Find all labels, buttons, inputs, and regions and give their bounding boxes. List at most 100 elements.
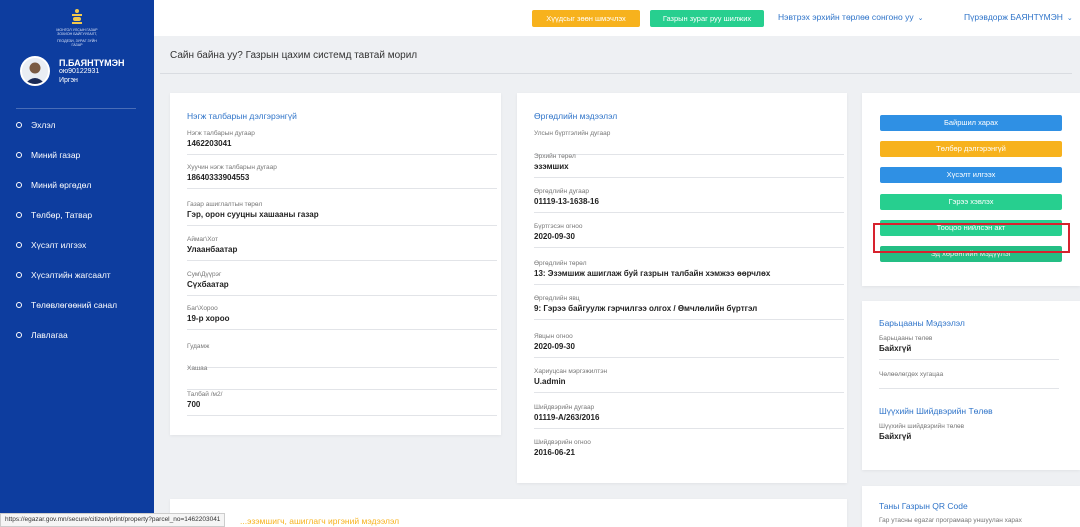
send-request-button[interactable]: Хүсэлт илгээх bbox=[880, 167, 1062, 183]
sidebar: МОНГОЛ УЛСЫН ГАЗАР ЗОХИОН БАЙГУУЛАЛТ, ГЕ… bbox=[0, 0, 154, 527]
field-application-progress: Өргөдлийн явц 9: Гэрээ байгуулж гэрчилгэ… bbox=[534, 295, 844, 320]
field-value: 9: Гэрээ байгуулж гэрчилгээ олгох / Өмчл… bbox=[534, 304, 758, 313]
request-button[interactable]: Хүүдсыг зөөн шмэчлэх bbox=[532, 10, 640, 27]
field-label: Улсын бүртгэлийн дугаар bbox=[534, 130, 611, 137]
application-card-title: Өргөдлийн мэдээлэл bbox=[534, 111, 618, 121]
field-divider bbox=[879, 388, 1059, 389]
qr-code-card: Таны Газрын QR Code Гар утасны egazar пр… bbox=[862, 486, 1080, 527]
field-label: Баг\Хороо bbox=[187, 305, 218, 312]
field-divider bbox=[534, 284, 844, 285]
link-preview-statusbar: https://egazar.gov.mn/secure/citizen/pri… bbox=[0, 513, 226, 527]
field-value: 2016-06-21 bbox=[534, 448, 575, 457]
sidebar-item-label: Хүсэлт илгээх bbox=[31, 240, 87, 250]
sidebar-item-request-list[interactable]: Хүсэлтийн жагсаалт bbox=[0, 262, 154, 292]
field-divider bbox=[534, 357, 844, 358]
logo-text-line-1: МОНГОЛ УЛСЫН ГАЗАР ЗОХИОН БАЙГУУЛАЛТ, bbox=[56, 28, 98, 37]
sidebar-item-label: Лавлагаа bbox=[31, 330, 68, 340]
court-title: Шүүхийн Шийдвэрийн Төлөв bbox=[879, 406, 993, 416]
field-label: Чөлөөлөгдөх хугацаа bbox=[879, 371, 944, 378]
field-value: Байхгүй bbox=[879, 344, 912, 353]
field-value: Байхгүй bbox=[879, 432, 912, 441]
qr-hint: Гар утасны egazar програмаар уншуулан ха… bbox=[879, 517, 1022, 524]
application-details-card: Өргөдлийн мэдээлэл Улсын бүртгэлийн дуга… bbox=[517, 93, 847, 483]
sidebar-item-payments[interactable]: Төлбөр, Татвар bbox=[0, 202, 154, 232]
map-button[interactable]: Газрын зураг руу шилжих bbox=[650, 10, 764, 27]
field-value: Улаанбаатар bbox=[187, 245, 238, 254]
field-value: 2020-09-30 bbox=[534, 342, 575, 351]
sidebar-menu: Эхлэл Миний газар Миний өргөдөл Төлбөр, … bbox=[0, 112, 154, 352]
field-divider bbox=[187, 188, 497, 189]
field-application-type: Өргөдлийн төрөл 13: Эзэмшиж ашиглаж буй … bbox=[534, 260, 844, 285]
field-application-number: Өргөдлийн дугаар 01119-13-1638-16 bbox=[534, 188, 844, 213]
sidebar-item-reference[interactable]: Лавлагаа bbox=[0, 322, 154, 352]
field-khoroo: Баг\Хороо 19-р хороо bbox=[187, 305, 497, 330]
owner-info-card: ...эзэмшигч, ашиглагч иргэний мэдээлэл bbox=[170, 499, 847, 527]
user-name: П.БАЯНТҮМЭН bbox=[59, 58, 125, 68]
field-release-term: Чөлөөлөгдөх хугацаа bbox=[879, 371, 1059, 389]
field-value: Сүхбаатар bbox=[187, 280, 229, 289]
field-divider bbox=[187, 260, 497, 261]
field-divider bbox=[187, 225, 497, 226]
field-divider bbox=[534, 177, 844, 178]
user-profile: П.БАЯНТҮМЭН ою90122931 Иргэн bbox=[20, 56, 150, 88]
sidebar-item-send-request[interactable]: Хүсэлт илгээх bbox=[0, 232, 154, 262]
sidebar-item-plan-proposal[interactable]: Төлөвлөгөөний санал bbox=[0, 292, 154, 322]
field-value bbox=[187, 374, 497, 385]
field-district: Сум\Дүүрэг Сүхбаатар bbox=[187, 271, 497, 296]
qr-title: Таны Газрын QR Code bbox=[879, 501, 968, 511]
field-court-status: Шүүхийн шийдвэрийн төлөв Байхгүй bbox=[879, 423, 1059, 443]
field-label: Аймаг\Хот bbox=[187, 236, 218, 243]
parcel-card-title: Нэгж талбарын дэлгэрэнгүй bbox=[187, 111, 297, 121]
field-label: Өргөдлийн дугаар bbox=[534, 188, 590, 195]
sidebar-divider bbox=[16, 108, 136, 109]
field-divider bbox=[879, 359, 1059, 360]
user-menu[interactable]: Пүрэвдорж БАЯНТҮМЭН ⌄ bbox=[964, 12, 1073, 22]
sidebar-item-label: Төлбөр, Татвар bbox=[31, 210, 93, 220]
field-value: 19-р хороо bbox=[187, 314, 230, 323]
field-decision-number: Шийдвэрийн дугаар 01119-А/263/2016 bbox=[534, 404, 844, 429]
field-divider bbox=[534, 212, 844, 213]
print-contract-button[interactable]: Гэрээ хэвлэх bbox=[880, 194, 1062, 210]
field-divider bbox=[534, 319, 844, 320]
field-label: Хариуцсан мэргэжилтэн bbox=[534, 368, 608, 375]
agency-logo[interactable]: МОНГОЛ УЛСЫН ГАЗАР ЗОХИОН БАЙГУУЛАЛТ, ГЕ… bbox=[52, 8, 102, 48]
user-id: ою90122931 bbox=[59, 68, 100, 75]
soyombo-icon bbox=[72, 9, 82, 24]
field-value: 01119-13-1638-16 bbox=[534, 197, 599, 206]
payment-details-button[interactable]: Төлбөр дэлгэрэнгүй bbox=[880, 141, 1062, 157]
sidebar-item-home[interactable]: Эхлэл bbox=[0, 112, 154, 142]
field-fence: Хашаа bbox=[187, 365, 497, 390]
field-old-parcel-number: Хуучин нэгж талбарын дугаар 186403339045… bbox=[187, 164, 497, 189]
sidebar-item-label: Миний өргөдөл bbox=[31, 180, 92, 190]
field-divider bbox=[187, 154, 497, 155]
circle-icon bbox=[16, 182, 22, 188]
logo-text-line-2: ГЕОДЕЗИ, ЗУРАГ ЗҮЙН ГАЗАР bbox=[57, 38, 97, 48]
sidebar-item-my-land[interactable]: Миний газар bbox=[0, 142, 154, 172]
circle-icon bbox=[16, 152, 22, 158]
field-responsible-officer: Хариуцсан мэргэжилтэн U.admin bbox=[534, 368, 844, 393]
field-divider bbox=[187, 389, 497, 390]
field-value: Гэр, орон сууцны хашааны газар bbox=[187, 210, 319, 219]
chevron-down-icon: ⌄ bbox=[1066, 15, 1073, 22]
field-area: Талбай /м2/ 700 bbox=[187, 391, 497, 416]
field-value: 18640333904553 bbox=[187, 173, 250, 182]
field-label: Талбай /м2/ bbox=[187, 391, 223, 398]
field-registered-date: Бүртгэсэн огноо 2020-09-30 bbox=[534, 223, 844, 248]
field-parcel-number: Нэгж талбарын дугаар 1462203041 bbox=[187, 130, 497, 155]
user-menu-label: Пүрэвдорж БАЯНТҮМЭН bbox=[964, 12, 1063, 22]
field-value: 700 bbox=[187, 400, 201, 409]
sidebar-item-my-applications[interactable]: Миний өргөдөл bbox=[0, 172, 154, 202]
field-label: Шүүхийн шийдвэрийн төлөв bbox=[879, 423, 965, 430]
field-label: Шийдвэрийн огноо bbox=[534, 439, 591, 446]
field-label: Нэгж талбарын дугаар bbox=[187, 130, 255, 137]
field-divider bbox=[187, 295, 497, 296]
parcel-details-card: Нэгж талбарын дэлгэрэнгүй Нэгж талбарын … bbox=[170, 93, 501, 435]
field-land-use-type: Газар ашиглалтын төрөл Гэр, орон сууцны … bbox=[187, 201, 497, 226]
field-label: Гудамж bbox=[187, 343, 210, 350]
chevron-down-icon: ⌄ bbox=[917, 15, 924, 22]
field-value bbox=[187, 352, 497, 363]
role-select[interactable]: Нэвтрэх эрхийн төрлөө сонгоно уу ⌄ bbox=[778, 12, 923, 22]
field-value: 01119-А/263/2016 bbox=[534, 413, 600, 422]
field-mortgage-status: Барьцааны төлөв Байхгүй bbox=[879, 335, 1059, 360]
view-location-button[interactable]: Байршил харах bbox=[880, 115, 1062, 131]
